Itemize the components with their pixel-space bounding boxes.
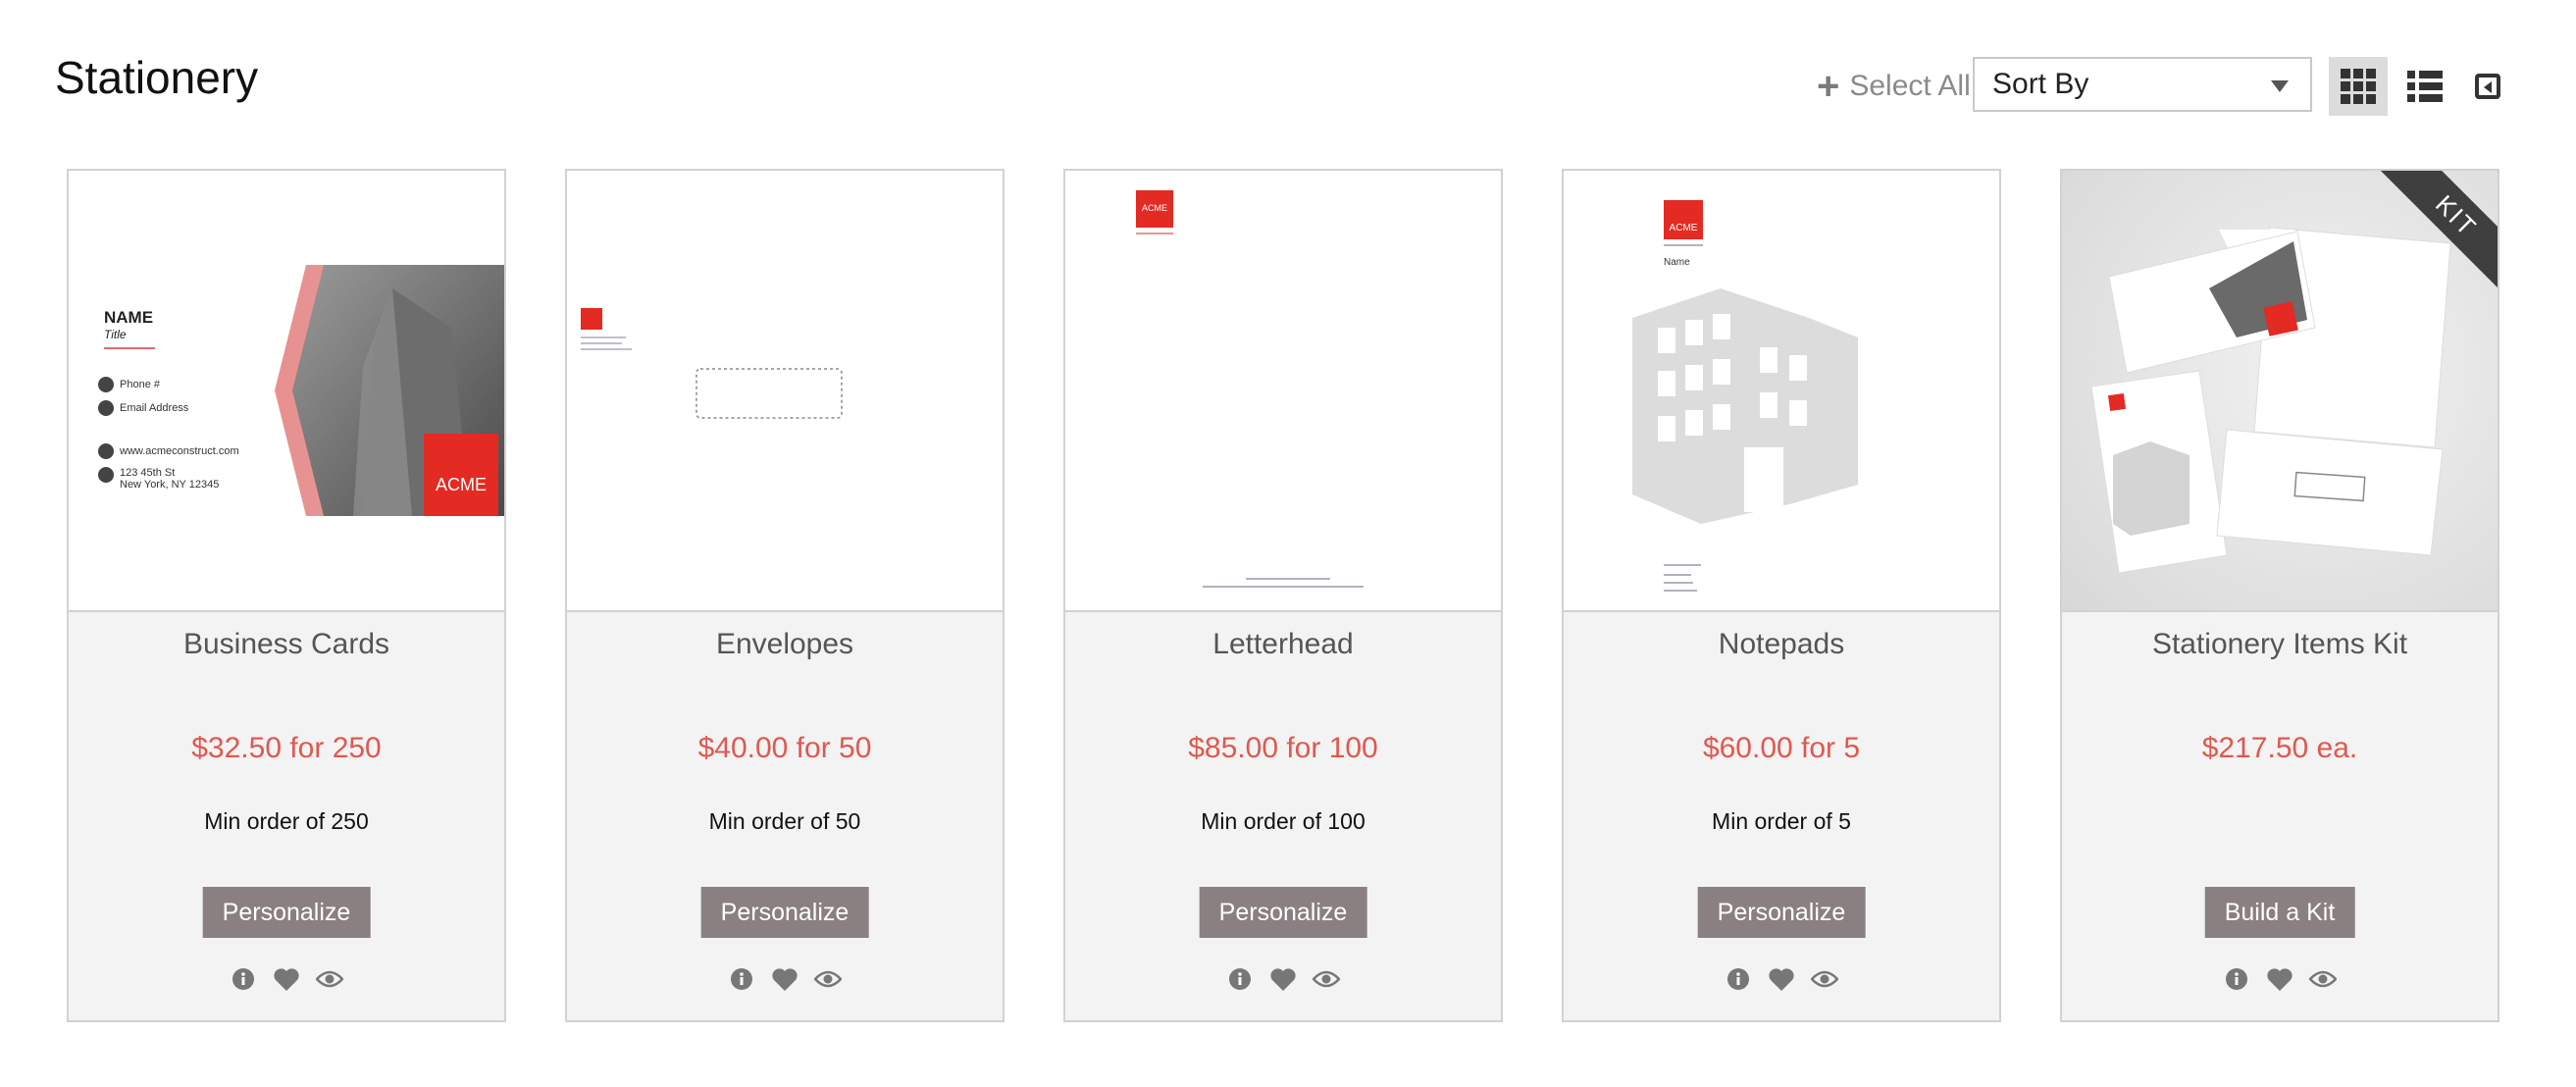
preview-address-line2: New York, NY 12345 xyxy=(120,479,220,491)
web-icon xyxy=(98,443,114,459)
product-price: $85.00 for 100 xyxy=(1188,732,1378,764)
product-actions xyxy=(2062,965,2498,993)
acme-logo-text: ACME xyxy=(1141,203,1167,213)
product-card-letterhead: ACME Letterhead $85.00 for 100 Min order… xyxy=(1063,169,1503,1022)
eye-icon[interactable] xyxy=(1313,965,1340,993)
product-actions xyxy=(567,965,1003,993)
product-min-order: Min order of 5 xyxy=(1712,808,1851,834)
personalize-button[interactable]: Personalize xyxy=(202,887,371,938)
build-kit-button[interactable]: Build a Kit xyxy=(2204,887,2355,938)
acme-logo-text: ACME xyxy=(435,475,487,494)
letterhead-preview xyxy=(1136,190,1364,588)
info-icon[interactable] xyxy=(728,965,755,993)
product-name: Envelopes xyxy=(715,628,854,660)
personalize-button[interactable]: Personalize xyxy=(1697,887,1866,938)
eye-icon[interactable] xyxy=(814,965,842,993)
preview-phone: Phone # xyxy=(120,379,160,390)
product-name: Notepads xyxy=(1718,628,1845,660)
grid-view-button[interactable] xyxy=(2329,57,2388,116)
product-thumbnail[interactable]: KIT xyxy=(2062,171,2498,612)
product-thumbnail[interactable]: ACME Name xyxy=(1564,171,1999,612)
info-icon[interactable] xyxy=(1725,965,1752,993)
product-card-stationery-kit: KIT Stationery Items Kit $217.50 ea. Bui… xyxy=(2060,169,2499,1022)
personalize-button[interactable]: Personalize xyxy=(700,887,869,938)
preview-address-line1: 123 45th St xyxy=(120,467,176,479)
list-view-icon xyxy=(2407,71,2443,102)
notepad-preview xyxy=(1632,200,1858,592)
info-icon[interactable] xyxy=(1226,965,1254,993)
product-price: $32.50 for 250 xyxy=(191,732,382,764)
preview-name: NAME xyxy=(104,308,154,327)
product-price: $217.50 ea. xyxy=(2201,732,2358,764)
product-actions xyxy=(1564,965,1999,993)
product-price: $40.00 for 50 xyxy=(697,732,872,764)
preview-title: Title xyxy=(104,328,127,341)
sort-by-label: Sort By xyxy=(1992,68,2089,100)
product-name: Stationery Items Kit xyxy=(2151,628,2408,660)
product-min-order: Min order of 100 xyxy=(1201,808,1365,834)
select-all-label: Select All xyxy=(1849,70,1971,102)
product-min-order: Min order of 250 xyxy=(204,808,369,834)
heart-icon[interactable] xyxy=(771,965,799,993)
acme-logo-text: ACME xyxy=(1669,223,1698,233)
list-view-button[interactable] xyxy=(2396,57,2454,116)
product-card-notepads: ACME Name Notepads $60.00 for 5 Min orde… xyxy=(1562,169,2001,1022)
preview-email: Email Address xyxy=(120,402,189,414)
chevron-down-icon xyxy=(2271,80,2289,92)
toolbar: + Select All Sort By xyxy=(0,55,2576,118)
preview-name: Name xyxy=(1664,257,1690,268)
info-icon[interactable] xyxy=(2223,965,2250,993)
heart-icon[interactable] xyxy=(1768,965,1795,993)
product-thumbnail[interactable] xyxy=(567,171,1003,612)
product-price: $60.00 for 5 xyxy=(1702,732,1861,764)
sort-by-select[interactable]: Sort By xyxy=(1973,57,2312,112)
kit-preview xyxy=(2090,227,2451,574)
product-name: Letterhead xyxy=(1212,628,1354,660)
email-icon xyxy=(98,400,114,416)
product-card-business-cards: NAME Title Phone # Email Address www.acm… xyxy=(67,169,506,1022)
eye-icon[interactable] xyxy=(316,965,343,993)
collapse-panel-icon xyxy=(2475,74,2500,99)
eye-icon[interactable] xyxy=(2309,965,2337,993)
collapse-panel-button[interactable] xyxy=(2458,57,2517,116)
plus-icon: + xyxy=(1817,65,1840,108)
grid-view-icon xyxy=(2341,69,2376,104)
product-thumbnail[interactable]: ACME xyxy=(1065,171,1501,612)
product-actions xyxy=(1065,965,1501,993)
acme-logo xyxy=(1664,200,1703,239)
product-min-order: Min order of 50 xyxy=(708,808,861,834)
info-icon[interactable] xyxy=(230,965,257,993)
product-actions xyxy=(69,965,504,993)
phone-icon xyxy=(98,377,114,392)
envelope-preview xyxy=(581,308,843,419)
location-icon xyxy=(98,467,114,483)
product-thumbnail[interactable]: NAME Title Phone # Email Address www.acm… xyxy=(69,171,504,612)
preview-website: www.acmeconstruct.com xyxy=(120,445,239,457)
product-card-envelopes: Envelopes $40.00 for 50 Min order of 50 … xyxy=(565,169,1005,1022)
envelope-window xyxy=(696,368,843,419)
product-name: Business Cards xyxy=(182,628,390,660)
acme-logo xyxy=(581,308,602,330)
personalize-button[interactable]: Personalize xyxy=(1199,887,1367,938)
heart-icon[interactable] xyxy=(273,965,300,993)
select-all-button[interactable]: + Select All xyxy=(1817,65,1971,108)
building-icon xyxy=(1632,288,1858,524)
heart-icon[interactable] xyxy=(2266,965,2293,993)
heart-icon[interactable] xyxy=(1269,965,1297,993)
eye-icon[interactable] xyxy=(1811,965,1838,993)
